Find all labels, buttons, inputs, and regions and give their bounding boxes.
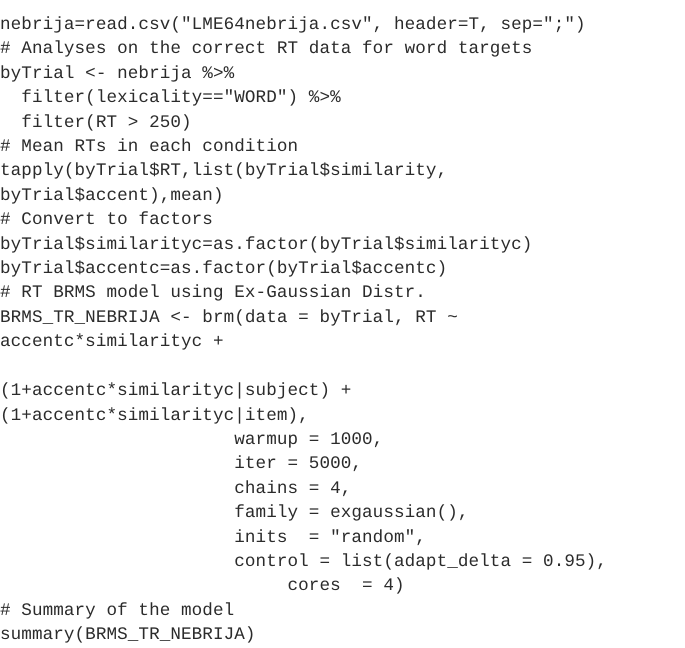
code-line: (1+accentc*similarityc|subject) + [0,381,352,402]
code-line: BRMS_TR_NEBRIJA <- brm(data = byTrial, R… [0,307,458,328]
code-line: tapply(byTrial$RT,list(byTrial$similarit… [0,161,448,182]
code-line: iter = 5000, [0,454,363,475]
code-line: chains = 4, [0,478,352,499]
code-line: family = exgaussian(), [0,503,469,524]
code-line: filter(RT > 250) [0,112,192,133]
code-line: # Analyses on the correct RT data for wo… [0,39,533,60]
code-line: byTrial$accent),mean) [0,185,224,206]
code-line: # RT BRMS model using Ex-Gaussian Distr. [0,283,426,304]
code-line: filter(lexicality=="WORD") %>% [0,88,341,109]
code-line: byTrial$accentc=as.factor(byTrial$accent… [0,259,448,280]
code-line: # Convert to factors [0,210,213,231]
code-line: control = list(adapt_delta = 0.95), [0,551,607,572]
code-line: summary(BRMS_TR_NEBRIJA) [0,625,256,646]
code-listing: nebrija=read.csv("LME64nebrija.csv", hea… [0,13,685,645]
code-line: # Mean RTs in each condition [0,137,299,158]
code-line: byTrial <- nebrija %>% [0,63,235,84]
code-line: inits = "random", [0,527,426,548]
code-line: nebrija=read.csv("LME64nebrija.csv", hea… [0,15,586,35]
code-line: (1+accentc*similarityc|item), [0,405,309,426]
code-line: # Summary of the model [0,600,235,621]
code-line: accentc*similarityc + [0,332,224,353]
code-line: warmup = 1000, [0,429,384,450]
code-line: cores = 4) [0,576,405,597]
code-line: byTrial$similarityc=as.factor(byTrial$si… [0,234,533,255]
